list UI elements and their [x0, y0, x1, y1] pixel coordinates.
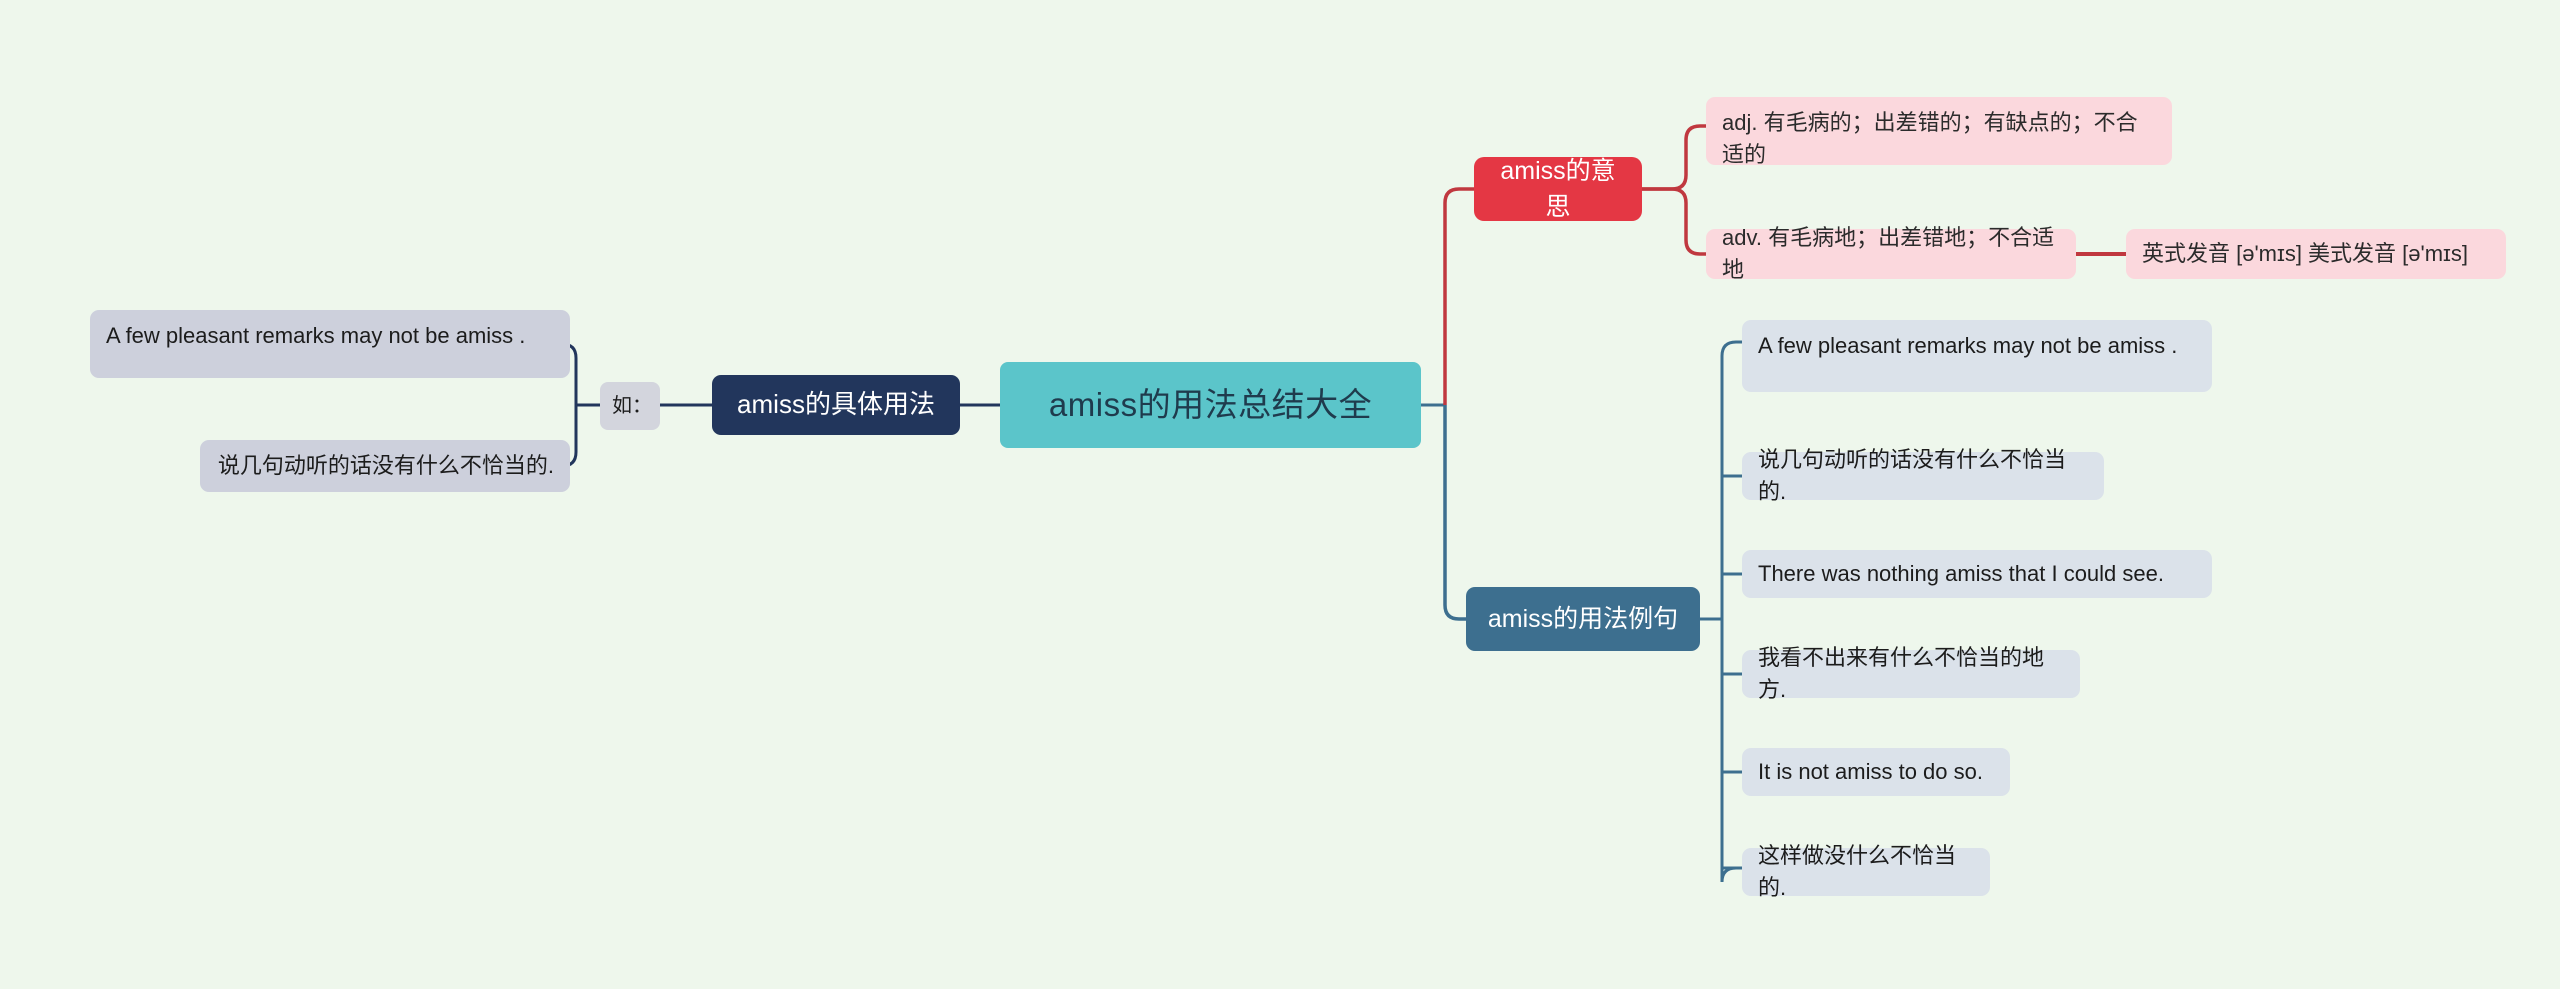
sentence-item-5-text: It is not amiss to do so.: [1758, 759, 1983, 785]
branch-sentences-label: amiss的用法例句: [1487, 604, 1679, 633]
meaning-pronunciation[interactable]: 英式发音 [ə'mɪs] 美式发音 [ə'mɪs]: [2126, 229, 2506, 279]
sentence-item-1-text: A few pleasant remarks may not be amiss …: [1758, 333, 2178, 358]
sentence-item-3-text: There was nothing amiss that I could see…: [1758, 561, 2164, 587]
meaning-sense-adj[interactable]: adj. 有毛病的；出差错的；有缺点的；不合适的: [1706, 97, 2172, 167]
branch-sentences-node[interactable]: amiss的用法例句: [1466, 587, 1700, 651]
branch-meaning-node[interactable]: amiss的意思: [1474, 157, 1642, 221]
branch-usage-label: amiss的具体用法: [737, 389, 935, 420]
usage-connector-chip[interactable]: 如：: [600, 382, 660, 430]
meaning-pronunciation-text: 英式发音 [ə'mɪs] 美式发音 [ə'mɪs]: [2142, 241, 2468, 267]
center-node[interactable]: amiss的用法总结大全: [1000, 362, 1421, 448]
sentence-item-2-text: 说几句动听的话没有什么不恰当的.: [1758, 447, 2067, 504]
usage-example-en[interactable]: A few pleasant remarks may not be amiss …: [90, 310, 570, 378]
branch-meaning-label: amiss的意思: [1500, 156, 1616, 221]
meaning-sense-adj-text: adj. 有毛病的；出差错的；有缺点的；不合适的: [1722, 110, 2138, 167]
sentence-item-6[interactable]: 这样做没什么不恰当的.: [1742, 843, 1990, 900]
sentence-item-5[interactable]: It is not amiss to do so.: [1742, 748, 2010, 796]
usage-example-en-text: A few pleasant remarks may not be amiss …: [106, 323, 526, 348]
sentence-item-4-text: 我看不出来有什么不恰当的地方.: [1758, 645, 2045, 702]
usage-example-zh-text: 说几句动听的话没有什么不恰当的.: [217, 453, 554, 479]
usage-connector-chip-text: 如：: [612, 394, 652, 417]
mindmap-canvas: A few pleasant remarks may not be amiss …: [0, 0, 2560, 989]
sentence-item-4[interactable]: 我看不出来有什么不恰当的地方.: [1742, 645, 2080, 702]
usage-example-zh[interactable]: 说几句动听的话没有什么不恰当的.: [200, 440, 570, 492]
sentence-item-1[interactable]: A few pleasant remarks may not be amiss …: [1742, 320, 2212, 392]
sentence-item-2[interactable]: 说几句动听的话没有什么不恰当的.: [1742, 447, 2104, 504]
connector-lines: [561, 124, 2126, 883]
meaning-sense-adv[interactable]: adv. 有毛病地；出差错地；不合适地: [1706, 225, 2076, 282]
sentence-item-6-text: 这样做没什么不恰当的.: [1758, 843, 1957, 900]
center-node-label: amiss的用法总结大全: [1048, 386, 1373, 424]
sentence-item-3[interactable]: There was nothing amiss that I could see…: [1742, 550, 2212, 598]
branch-usage-node[interactable]: amiss的具体用法: [712, 375, 960, 435]
meaning-sense-adv-text: adv. 有毛病地；出差错地；不合适地: [1722, 225, 2055, 282]
